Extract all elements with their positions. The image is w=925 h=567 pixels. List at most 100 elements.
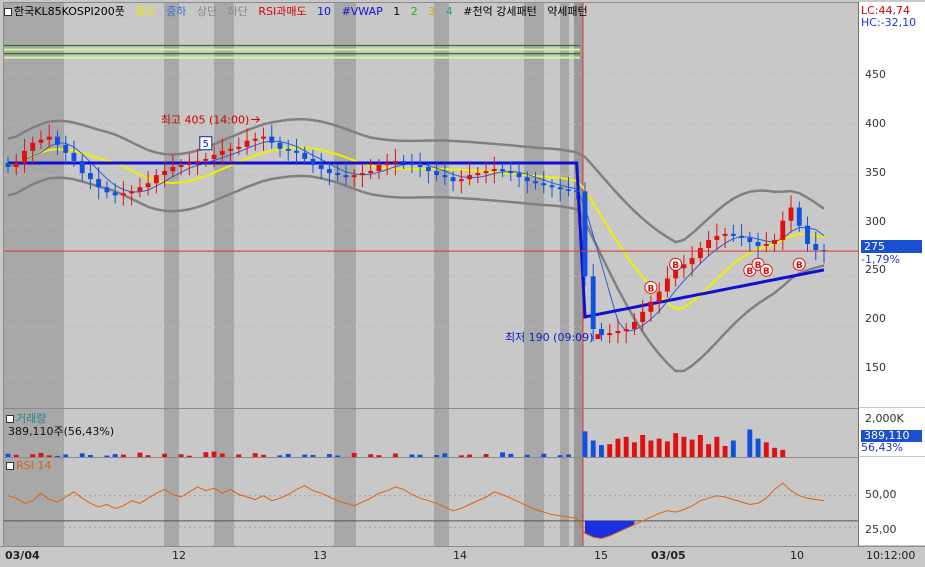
legend-item-4[interactable]: 4 — [446, 5, 453, 18]
price-chart-svg: 최고 405 (14:00)최저 190 (09:09)5BBBBBB — [4, 3, 858, 408]
candle-body — [376, 165, 382, 172]
buy-marker-label: B — [672, 261, 679, 271]
candle-body — [351, 175, 357, 178]
legend-item-1[interactable]: 1 — [393, 5, 400, 18]
legend-symbol[interactable]: 한국KL85KOSPI200풋 — [4, 5, 125, 18]
buy-marker-label: B — [647, 284, 654, 294]
buy-marker-label: B — [763, 267, 770, 277]
candle-body — [269, 136, 275, 143]
legend-item-sangdan[interactable]: 상단 — [197, 5, 217, 18]
chart-legend: 한국KL85KOSPI200풋 중단 중하 상단 하단 RSI과매도 10 #V… — [4, 3, 595, 20]
candle-body — [648, 301, 654, 312]
volume-bar — [582, 431, 588, 457]
rsi-band — [573, 458, 583, 546]
price-axis[interactable]: LC:44,74 HC:-32,10 450 400 350 300 250 2… — [858, 2, 925, 407]
volume-bar — [590, 440, 596, 457]
candle-body — [425, 167, 431, 172]
buy-marker-label: B — [796, 261, 803, 271]
legend-item-rsi-oversold[interactable]: RSI과매도 — [258, 5, 306, 18]
candle-body — [112, 192, 118, 196]
legend-item-jungha[interactable]: 중하 — [166, 5, 186, 18]
legend-item-10[interactable]: 10 — [317, 5, 331, 18]
volume-bar — [599, 445, 604, 457]
candle-body — [79, 160, 85, 174]
chart-window: 한국KL85KOSPI200풋 중단 중하 상단 하단 RSI과매도 10 #V… — [0, 0, 925, 567]
price-tick-350: 350 — [865, 166, 886, 179]
candle-body — [87, 173, 93, 180]
legend-item-strong-pattern[interactable]: #천억 강세패턴 — [463, 5, 536, 18]
candle-body — [524, 177, 530, 182]
low-marker — [595, 334, 601, 340]
candle-body — [244, 140, 250, 147]
price-pane[interactable]: 최고 405 (14:00) 최저 190 (09:09) 5 B B B B B B — [3, 2, 859, 409]
legend-item-3[interactable]: 3 — [428, 5, 435, 18]
candle-body — [656, 291, 662, 302]
rsi-tick-25: 25,00 — [865, 523, 897, 536]
volume-bar — [780, 449, 786, 457]
candle-body — [780, 220, 786, 240]
candle-body — [145, 183, 151, 188]
volume-bar — [722, 446, 728, 457]
volume-bar — [689, 439, 695, 457]
volume-pane[interactable]: 거래량 389,110주(56,43%) — [3, 408, 859, 458]
rsi-axis[interactable]: 50,00 25,00 — [858, 457, 925, 545]
volume-bar — [607, 444, 613, 457]
volume-bar — [755, 438, 761, 457]
buy-marker-label: B — [746, 267, 753, 277]
volume-bar — [697, 435, 703, 457]
candle-body — [541, 183, 547, 186]
candle-body — [805, 225, 810, 244]
candle-body — [153, 175, 159, 184]
vwap-line — [8, 161, 825, 319]
candle-body — [623, 329, 629, 332]
candle-body — [697, 248, 703, 259]
legend-item-hadan[interactable]: 하단 — [228, 5, 248, 18]
candle-body — [615, 331, 621, 334]
x-label-13: 13 — [313, 549, 327, 562]
price-tick-300: 300 — [865, 215, 886, 228]
legend-item-weak-pattern[interactable]: 약세패턴 — [547, 5, 587, 18]
low-annotation: 최저 190 (09:09) — [505, 331, 594, 344]
volume-bar — [673, 433, 679, 457]
candle-body — [450, 177, 456, 182]
volume-bar — [730, 440, 736, 457]
candle-body — [796, 207, 802, 226]
legend-item-jungdan[interactable]: 중단 — [135, 5, 155, 18]
volume-axis[interactable]: 2,000K 389,110 56,43% — [858, 408, 925, 456]
legend-item-2[interactable]: 2 — [411, 5, 418, 18]
volume-band — [573, 409, 583, 457]
candle-body — [129, 191, 135, 194]
candle-body — [763, 243, 769, 246]
rsi-band — [434, 458, 449, 546]
candle-body — [508, 171, 514, 174]
hc-label: HC:-32,10 — [861, 16, 917, 29]
candle-body — [277, 142, 283, 149]
volume-bar — [664, 441, 670, 457]
candle-body — [30, 142, 36, 151]
candle-body — [46, 136, 52, 140]
high-annotation: 최고 405 (14:00) — [161, 113, 250, 126]
rsi-pane[interactable]: RSI 14 — [3, 457, 859, 547]
candle-body — [318, 165, 324, 170]
candle-body — [22, 150, 27, 163]
candle-body — [285, 148, 291, 151]
candle-body — [434, 171, 440, 176]
candle-body — [483, 171, 489, 174]
candle-body — [13, 162, 19, 168]
legend-item-vwap[interactable]: #VWAP — [342, 5, 383, 18]
candle-body — [261, 136, 266, 139]
volume-tick-top: 2,000K — [865, 412, 904, 425]
candle-body — [714, 235, 720, 240]
candle-body — [211, 154, 217, 159]
candle-body — [582, 191, 588, 277]
candle-body — [63, 144, 69, 153]
candle-body — [566, 189, 571, 191]
candle-body — [516, 173, 522, 178]
lower-band-line — [7, 174, 825, 373]
volume-band — [524, 409, 544, 457]
volume-bar — [640, 435, 646, 457]
volume-bar — [681, 436, 687, 457]
candle-body — [747, 237, 753, 242]
candle-body — [755, 241, 761, 246]
candle-body — [186, 162, 192, 165]
